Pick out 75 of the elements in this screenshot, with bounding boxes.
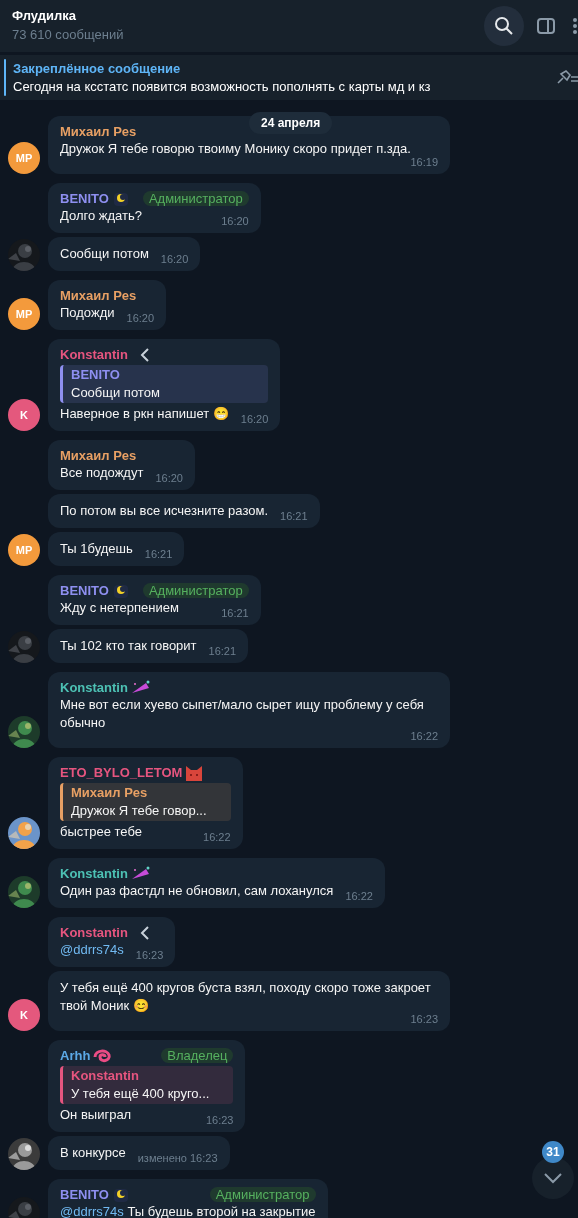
message-text: В конкурсе — [60, 1145, 126, 1160]
message-time: 16:20 — [239, 413, 269, 426]
message-time: 16:20 — [125, 312, 155, 325]
sender-name[interactable]: Konstantin — [60, 679, 128, 697]
cat-face-icon — [184, 763, 205, 783]
message-text: Наверное в ркн напишет 😁 — [60, 406, 229, 421]
message-time: изменено 16:23 — [136, 1152, 218, 1165]
message-text: быстрее тебе — [60, 824, 142, 839]
message-text: Дружок Я тебе говорю твоиму Монику скоро придет п.зда. — [60, 141, 411, 156]
chat-title: Флудилка — [12, 7, 77, 25]
sender-name[interactable]: Михаил Pes — [60, 123, 137, 141]
search-button[interactable] — [484, 6, 524, 46]
reply-quote[interactable]: Konstantin У тебя ещё 400 круго... — [60, 1066, 234, 1104]
sender-name[interactable]: Konstantin — [60, 346, 128, 364]
sender-name[interactable]: BENITO — [60, 190, 109, 208]
pinned-title: Закреплённое сообщение — [13, 59, 182, 78]
message-time: 16:20 — [220, 215, 249, 228]
unread-badge: 31 — [542, 1141, 564, 1163]
message-time: 16:23 — [409, 1013, 438, 1026]
quote-author: BENITO — [71, 366, 121, 384]
sender-name[interactable]: ETO_BYLO_LETOM — [60, 764, 183, 782]
sender-name[interactable]: Михаил Pes — [60, 287, 137, 305]
message-text: Все подождут — [60, 465, 144, 480]
message-text: Подожди — [60, 305, 115, 320]
message-time: 16:21 — [279, 510, 308, 523]
chevron-left-icon — [139, 926, 150, 940]
message-text: Мне вот если хуево сыпет/мало сырет ищу проблему у себя обычно — [60, 697, 424, 730]
more-icon[interactable] — [572, 17, 578, 35]
sidebar-icon[interactable] — [536, 17, 556, 35]
quote-author: Михаил Pes — [71, 784, 149, 802]
pinned-bar[interactable]: Закреплённое сообщение Сегодня на ксстатс появится возможность пополнять с карты мд и кз — [0, 55, 578, 100]
message-time: 16:20 — [159, 253, 189, 266]
sender-name[interactable]: BENITO — [60, 1186, 109, 1204]
message-text: По потом вы все исчезните разом. — [60, 503, 268, 518]
chevron-down-icon — [543, 1172, 563, 1184]
sender-name[interactable]: Arhh — [60, 1047, 91, 1065]
search-icon — [494, 16, 514, 36]
message-time: 16:22 — [409, 730, 438, 743]
message-text: Один раз фастдл не обновил, сам лоханулся — [60, 883, 334, 898]
message-text: Долго ждать? — [60, 208, 142, 223]
message-text: Ты будешь второй на закрытие — [127, 1204, 316, 1218]
message-time: 16:20 — [154, 472, 183, 485]
message-text: Он выиграл — [60, 1107, 132, 1122]
message-text: Жду с нетерпением — [60, 600, 179, 615]
pinned-text: Сегодня на ксстатс появится возможность пополнять с карты мд и кз — [13, 77, 431, 96]
sender-name[interactable]: Konstantin — [60, 865, 128, 883]
quote-author: Konstantin — [71, 1067, 140, 1085]
message-time: 16:21 — [207, 645, 237, 658]
sender-name[interactable]: Konstantin — [60, 924, 128, 942]
member-count: 73 610 сообщений — [12, 26, 124, 44]
reply-quote[interactable]: BENITO Сообщи потом — [60, 365, 269, 403]
message-time: 16:21 — [220, 607, 249, 620]
sender-name[interactable]: Михаил Pes — [60, 447, 137, 465]
message-text: У тебя ещё 400 кругов буста взял, походу скоро тоже закроет твой Моник 😊 — [60, 980, 431, 1013]
quote-text: Дружок Я тебе говор... — [71, 802, 207, 820]
message-time: 16:19 — [409, 156, 438, 169]
message-time: 16:22 — [344, 890, 373, 903]
date-pill: 24 апреля — [249, 112, 333, 134]
message-time: 16:22 — [202, 831, 231, 844]
scroll-down-button[interactable] — [532, 1157, 574, 1199]
mention-link[interactable]: @ddrrs74s — [60, 942, 124, 957]
avatar[interactable]: K — [8, 399, 40, 431]
message-time: 16:23 — [204, 1114, 234, 1127]
message-text: Ты 1будешь — [60, 541, 133, 556]
mention-link[interactable]: @ddrrs74s — [60, 1204, 124, 1218]
chevron-left-icon — [139, 348, 150, 362]
quote-text: У тебя ещё 400 круго... — [71, 1085, 210, 1103]
message-time: 16:21 — [143, 548, 173, 561]
quote-text: Сообщи потом — [71, 384, 161, 402]
avatar[interactable]: K — [8, 999, 40, 1031]
message-time: 16:23 — [134, 949, 164, 962]
message-text: Сообщи потом — [60, 246, 149, 261]
sender-name[interactable]: BENITO — [60, 582, 109, 600]
message-text: Ты 102 кто так говорит — [60, 638, 197, 653]
reply-quote[interactable]: Михаил Pes Дружок Я тебе говор... — [60, 783, 231, 821]
